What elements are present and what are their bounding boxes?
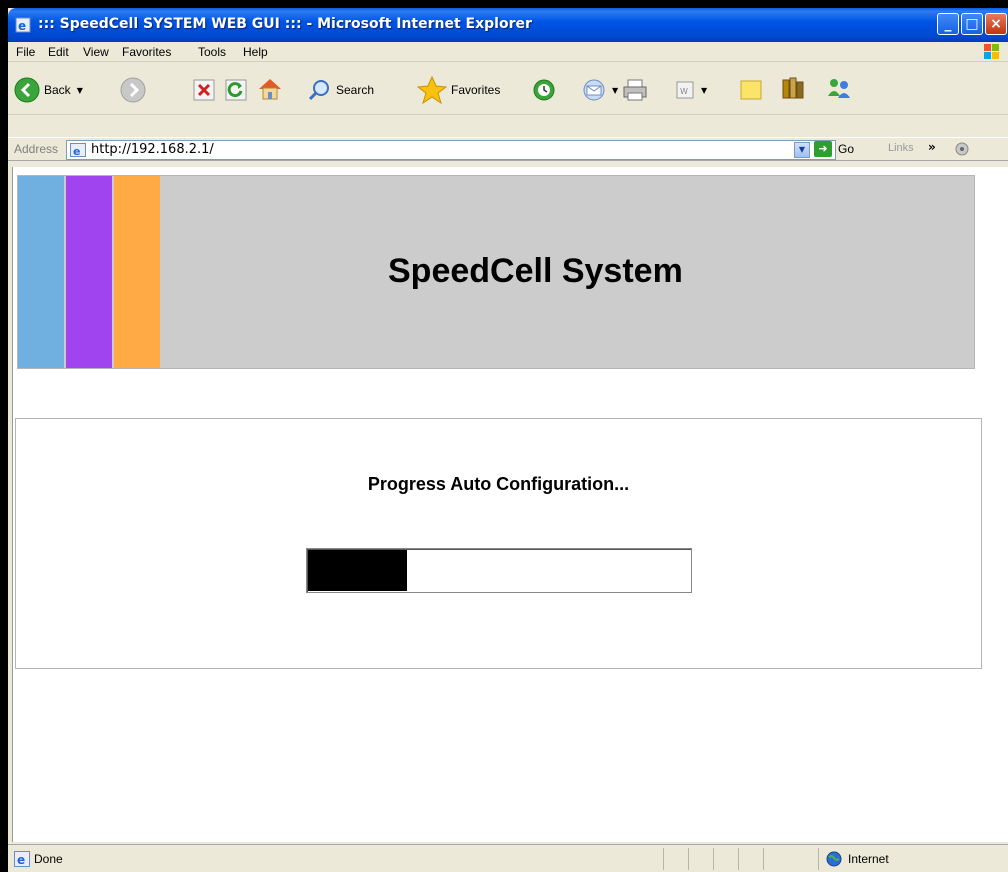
address-dropdown-icon[interactable]: ▼ [794,142,810,158]
edit-page-icon: W [676,81,694,99]
svg-text:e: e [17,853,25,867]
address-label: Address [14,142,59,156]
close-button[interactable]: × [985,13,1007,35]
banner-stripe-purple [66,176,112,368]
menu-view[interactable]: View [83,45,109,59]
maximize-button[interactable]: □ [961,13,983,35]
menu-bar: File Edit View Favorites Tools Help [8,42,1008,62]
page-content: SpeedCell System Progress Auto Configura… [12,167,1008,842]
status-bar: e Done Internet [8,844,1008,872]
home-icon [259,79,281,100]
history-button[interactable] [531,78,557,102]
status-divider [818,848,819,870]
windows-logo-icon [984,44,999,59]
status-text: Done [34,852,63,866]
mail-dropdown-icon[interactable]: ▼ [612,86,618,95]
window-title: ::: SpeedCell SYSTEM WEB GUI ::: - Micro… [38,16,532,32]
discuss-button[interactable] [739,77,763,101]
mail-icon [583,79,605,101]
links-chevron-icon[interactable]: » [928,140,936,154]
menu-edit[interactable]: Edit [48,45,69,59]
menu-file[interactable]: File [16,45,35,59]
globe-icon [826,851,842,867]
standard-toolbar: Back ▼ Search Favorites ▼ W ▼ [8,63,1008,115]
links-label[interactable]: Links [888,142,914,154]
go-button[interactable]: ➜ Go [814,141,854,157]
security-zone: Internet [826,851,889,867]
forward-button[interactable] [120,77,146,103]
title-bar: e ::: SpeedCell SYSTEM WEB GUI ::: - Mic… [8,8,1008,42]
address-url[interactable]: http://192.168.2.1/ [91,142,214,157]
progress-fill [308,550,407,591]
favorites-label: Favorites [451,83,501,97]
status-divider [763,848,764,870]
snagit-icon[interactable] [954,141,972,157]
search-icon [308,80,329,101]
stop-icon [193,79,215,101]
screen-frame: e ::: SpeedCell SYSTEM WEB GUI ::: - Mic… [0,0,1008,872]
progress-panel: Progress Auto Configuration... [15,418,982,669]
edit-dropdown-icon[interactable]: ▼ [701,86,707,95]
edit-button[interactable]: W ▼ [675,80,707,100]
favorites-star-icon [417,76,447,104]
status-divider [688,848,689,870]
banner-title: SpeedCell System [388,252,683,290]
mail-button[interactable]: ▼ [580,78,618,102]
menu-favorites[interactable]: Favorites [122,45,171,59]
address-input[interactable]: e http://192.168.2.1/ ▼ [66,140,836,160]
close-icon: × [990,16,1002,32]
back-arrow-icon [14,77,40,103]
forward-arrow-icon [120,77,146,103]
search-button[interactable]: Search [308,78,374,102]
go-arrow-icon: ➜ [814,141,832,157]
stop-button[interactable] [193,79,215,101]
menu-tools[interactable]: Tools [198,45,226,59]
browser-window: e ::: SpeedCell SYSTEM WEB GUI ::: - Mic… [8,8,1008,872]
progress-bar [306,548,692,593]
status-divider [713,848,714,870]
go-label: Go [838,142,855,156]
menu-help[interactable]: Help [243,45,268,59]
banner-stripe-blue [18,176,64,368]
research-button[interactable] [780,76,806,102]
messenger-button[interactable] [825,76,853,102]
status-divider [738,848,739,870]
refresh-icon [225,79,247,101]
research-books-icon [782,77,804,99]
ie-page-icon: e [15,17,31,33]
header-banner: SpeedCell System [17,175,975,369]
ie-page-icon: e [70,143,86,157]
history-icon [533,79,555,101]
search-label: Search [336,83,375,97]
print-button[interactable] [622,78,648,102]
note-icon [740,80,762,100]
minimize-icon: _ [944,16,952,32]
progress-title: Progress Auto Configuration... [367,474,630,494]
svg-text:W: W [680,87,688,96]
status-divider [663,848,664,870]
maximize-icon: □ [965,16,979,32]
print-icon [623,79,647,101]
home-button[interactable] [256,76,284,102]
svg-text:e: e [18,19,26,33]
svg-text:e: e [73,145,80,157]
zone-label: Internet [848,852,889,866]
banner-stripe-orange [114,176,160,368]
minimize-button[interactable]: _ [937,13,959,35]
favorites-button[interactable]: Favorites [417,76,500,104]
refresh-button[interactable] [225,79,247,101]
back-dropdown-icon[interactable]: ▼ [77,86,83,95]
ie-page-icon: e [14,851,30,867]
back-label: Back [44,83,71,97]
back-button[interactable]: Back ▼ [14,77,83,103]
messenger-icon [828,79,850,98]
address-bar: Address e http://192.168.2.1/ ▼ ➜ Go Lin… [8,137,1008,161]
